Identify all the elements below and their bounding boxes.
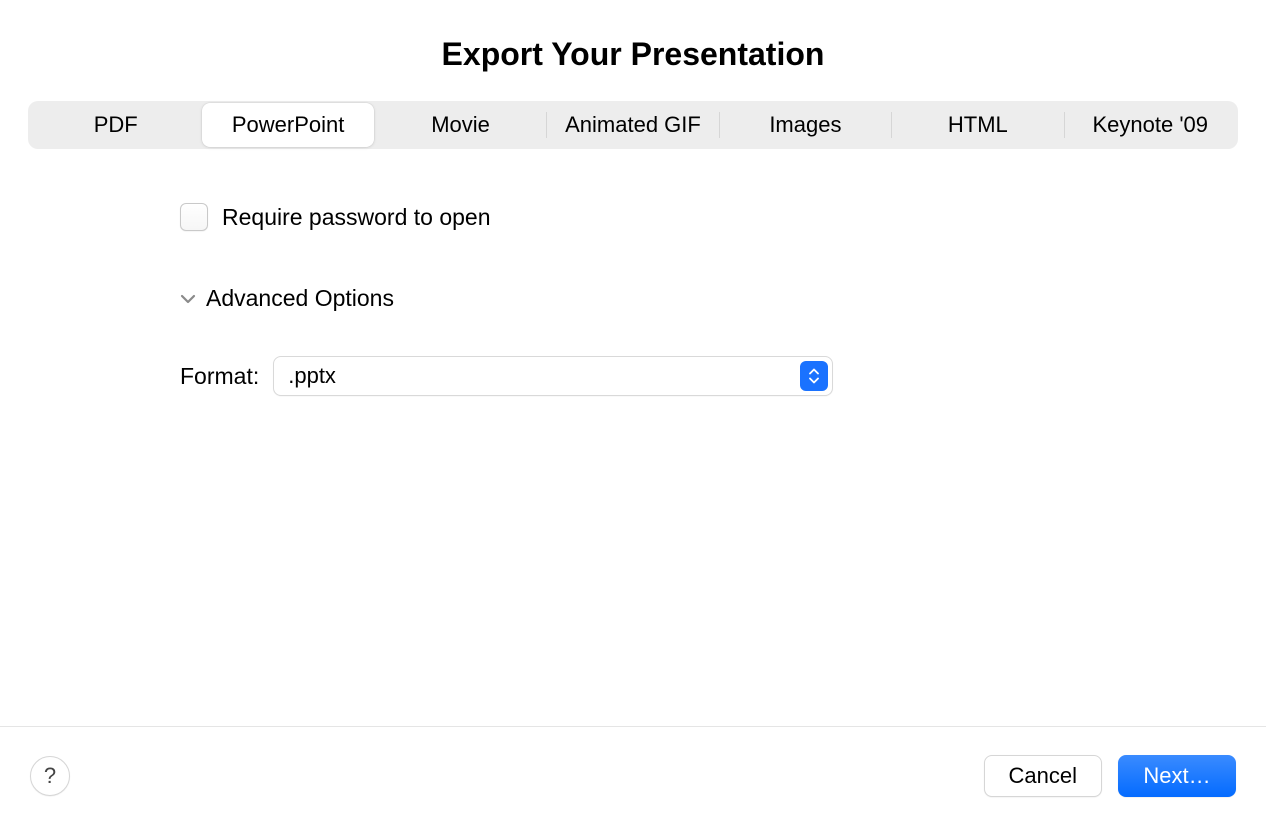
require-password-row: Require password to open xyxy=(180,203,1086,231)
format-row: Format: .pptx xyxy=(180,356,1086,396)
tab-pdf[interactable]: PDF xyxy=(30,103,201,147)
tab-label: Keynote '09 xyxy=(1092,112,1208,138)
popup-stepper-icon xyxy=(800,361,828,391)
tab-label: Movie xyxy=(431,112,490,138)
require-password-checkbox[interactable] xyxy=(180,203,208,231)
tab-label: Animated GIF xyxy=(565,112,701,138)
footer-buttons: Cancel Next… xyxy=(984,755,1236,797)
cancel-button[interactable]: Cancel xyxy=(984,755,1102,797)
export-dialog: Export Your Presentation PDF PowerPoint … xyxy=(0,0,1266,824)
tab-animated-gif[interactable]: Animated GIF xyxy=(547,103,718,147)
cancel-label: Cancel xyxy=(1009,763,1077,789)
tab-images[interactable]: Images xyxy=(720,103,891,147)
tab-keynote09[interactable]: Keynote '09 xyxy=(1065,103,1236,147)
format-value: .pptx xyxy=(288,363,336,389)
help-icon: ? xyxy=(44,763,56,789)
tab-label: PDF xyxy=(94,112,138,138)
format-select[interactable]: .pptx xyxy=(273,356,833,396)
advanced-options-label: Advanced Options xyxy=(206,285,394,312)
tab-label: Images xyxy=(769,112,841,138)
tab-html[interactable]: HTML xyxy=(892,103,1063,147)
export-format-tabs: PDF PowerPoint Movie Animated GIF Images… xyxy=(28,101,1238,149)
require-password-label: Require password to open xyxy=(222,204,491,231)
format-label: Format: xyxy=(180,363,259,390)
dialog-footer: ? Cancel Next… xyxy=(0,726,1266,824)
next-label: Next… xyxy=(1143,763,1210,789)
advanced-options-toggle[interactable]: Advanced Options xyxy=(180,285,1086,312)
chevron-down-icon xyxy=(180,291,196,307)
export-options-panel: Require password to open Advanced Option… xyxy=(0,149,1266,726)
next-button[interactable]: Next… xyxy=(1118,755,1236,797)
tab-label: HTML xyxy=(948,112,1008,138)
tab-movie[interactable]: Movie xyxy=(375,103,546,147)
help-button[interactable]: ? xyxy=(30,756,70,796)
tab-label: PowerPoint xyxy=(232,112,345,138)
dialog-title: Export Your Presentation xyxy=(0,0,1266,101)
tab-powerpoint[interactable]: PowerPoint xyxy=(202,103,373,147)
